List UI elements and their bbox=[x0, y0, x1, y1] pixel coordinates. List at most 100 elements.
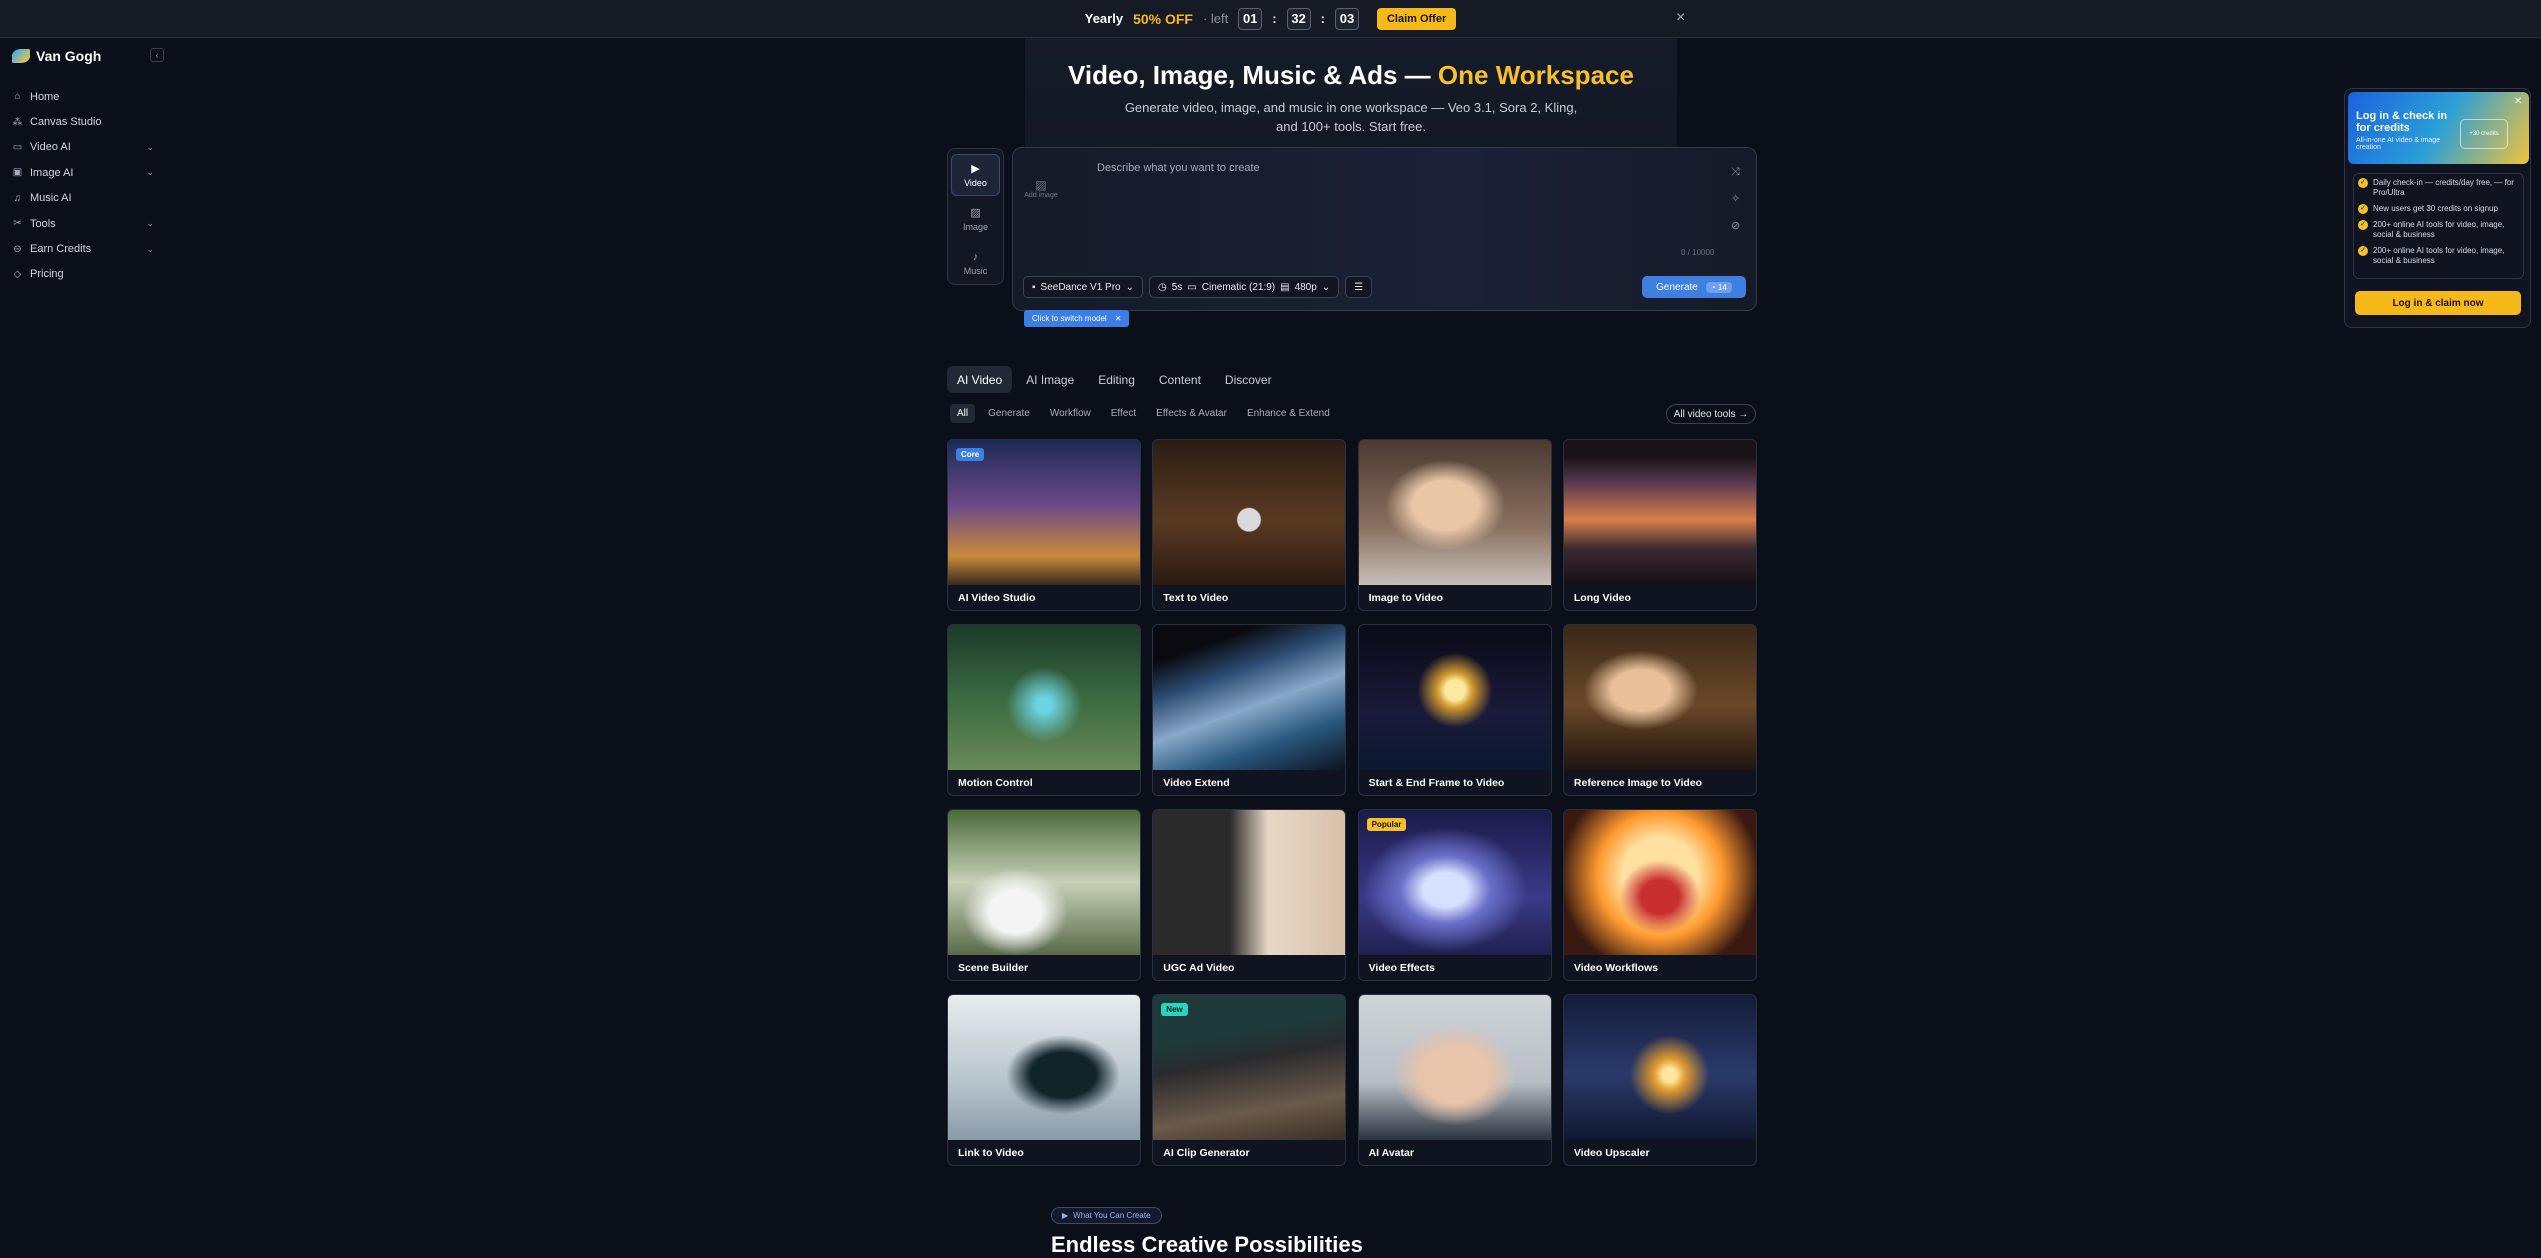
sidebar-item-label: Home bbox=[30, 90, 60, 103]
tab-discover[interactable]: Discover bbox=[1215, 366, 1282, 393]
tool-card[interactable]: Video Upscaler bbox=[1562, 994, 1757, 1166]
close-icon[interactable]: ✕ bbox=[2514, 96, 2522, 107]
tab-editing[interactable]: Editing bbox=[1088, 366, 1145, 393]
resolution-value: 480p bbox=[1294, 281, 1317, 293]
card-badge: Core bbox=[956, 448, 985, 461]
card-label: Scene Builder bbox=[958, 962, 1029, 974]
card-thumbnail bbox=[1563, 625, 1756, 770]
card-thumbnail bbox=[948, 440, 1140, 585]
card-thumbnail bbox=[1563, 995, 1756, 1140]
card-thumbnail bbox=[1153, 995, 1346, 1140]
card-thumbnail bbox=[948, 810, 1140, 955]
chevron-down-icon: ⌄ bbox=[1125, 281, 1134, 293]
model-select[interactable]: ▪ SeeDance V1 Pro ⌄ bbox=[1023, 276, 1143, 298]
canvas-icon: ⁂ bbox=[12, 116, 23, 128]
mode-music[interactable]: ♪ Music bbox=[951, 242, 1000, 284]
magic-off-icon[interactable]: ⊘ bbox=[1731, 219, 1740, 232]
tool-card[interactable]: Scene Builder bbox=[947, 809, 1141, 981]
banner-discount: 50% OFF bbox=[1133, 10, 1193, 27]
tool-card[interactable]: Reference Image to Video bbox=[1562, 624, 1757, 796]
generate-button[interactable]: Generate ◔ 14 bbox=[1642, 276, 1746, 298]
tool-card[interactable]: Start & End Frame to Video bbox=[1357, 624, 1552, 796]
sidebar-item-image-ai[interactable]: ▣ Image AI ⌄ bbox=[8, 160, 154, 185]
mode-image[interactable]: ▨ Image bbox=[951, 198, 1000, 240]
tool-card[interactable]: Motion Control bbox=[947, 624, 1141, 796]
credits-badge: ◔ 14 bbox=[1705, 281, 1732, 293]
advanced-settings-button[interactable]: ☰ bbox=[1345, 276, 1373, 298]
tab-ai-image[interactable]: AI Image bbox=[1016, 366, 1084, 393]
benefit-text: 200+ online AI tools for video, image, s… bbox=[2373, 246, 2505, 265]
filter-workflow[interactable]: Workflow bbox=[1043, 404, 1098, 423]
sidebar-item-music-ai[interactable]: ♫ Music AI bbox=[8, 186, 154, 211]
shuffle-icon[interactable]: ⤨ bbox=[1731, 166, 1740, 179]
sidebar-item-video-ai[interactable]: ▭ Video AI ⌄ bbox=[8, 135, 154, 160]
tab-content[interactable]: Content bbox=[1149, 366, 1211, 393]
ratio-value: Cinematic (21:9) bbox=[1201, 281, 1276, 293]
credit-icon: ◔ bbox=[1710, 282, 1718, 292]
close-icon[interactable]: × bbox=[1676, 9, 1685, 27]
coin-icon: ⊖ bbox=[13, 243, 22, 255]
mode-label: Video bbox=[964, 178, 987, 188]
all-video-tools-button[interactable]: All video tools → bbox=[1666, 404, 1756, 424]
video-icon: ▶ bbox=[971, 163, 980, 175]
collapse-sidebar-icon[interactable]: ‹ bbox=[150, 48, 164, 62]
add-image-label: Add image bbox=[1024, 192, 1058, 199]
sidebar-item-earn-credits[interactable]: ⊖ Earn Credits ⌄ bbox=[8, 236, 154, 261]
tool-card[interactable]: Text to Video bbox=[1152, 439, 1347, 611]
settings-select[interactable]: ◷ 5s ▭ Cinematic (21:9) ▤ 480p ⌄ bbox=[1149, 276, 1340, 298]
tab-ai-video[interactable]: AI Video bbox=[947, 366, 1013, 393]
music-icon: ♫ bbox=[13, 192, 22, 204]
check-icon: ✓ bbox=[2358, 178, 2368, 188]
tool-card[interactable]: AI Avatar bbox=[1357, 994, 1552, 1166]
list-item: ✓ 200+ online AI tools for video, image, … bbox=[2358, 220, 2519, 240]
card-label: Image to Video bbox=[1368, 592, 1444, 604]
tool-card[interactable]: Image to Video bbox=[1357, 439, 1552, 611]
login-claim-button[interactable]: Log in & claim now bbox=[2355, 291, 2521, 315]
mode-video[interactable]: ▶ Video bbox=[951, 154, 1000, 196]
card-label: AI Video Studio bbox=[958, 592, 1036, 604]
card-label: Video Effects bbox=[1368, 962, 1435, 974]
prompt-input[interactable]: Describe what you want to create bbox=[1097, 162, 1260, 174]
card-label: Video Workflows bbox=[1573, 962, 1659, 974]
benefit-text: 200+ online AI tools for video, image, s… bbox=[2373, 220, 2505, 239]
section-title: Endless Creative Possibilities bbox=[1051, 1232, 1363, 1257]
filter-generate[interactable]: Generate bbox=[981, 404, 1037, 423]
card-thumbnail bbox=[1358, 810, 1551, 955]
tool-card[interactable]: Core AI Video Studio bbox=[947, 439, 1141, 611]
home-icon: ⌂ bbox=[14, 91, 21, 103]
sidebar-item-home[interactable]: ⌂ Home bbox=[8, 84, 154, 109]
tool-card[interactable]: New AI Clip Generator bbox=[1152, 994, 1347, 1166]
tool-card[interactable]: Video Extend bbox=[1152, 624, 1347, 796]
tool-card[interactable]: Link to Video bbox=[947, 994, 1141, 1166]
card-thumbnail bbox=[1153, 440, 1346, 585]
sidebar-item-label: Video AI bbox=[30, 141, 71, 154]
close-icon[interactable]: ✕ bbox=[1115, 314, 1122, 323]
tool-card[interactable]: Long Video bbox=[1562, 439, 1757, 611]
section-badge: ▶ What You Can Create bbox=[1051, 1207, 1162, 1224]
promo-subtitle: All-in-one AI video & image creation bbox=[2356, 137, 2441, 151]
filter-effect[interactable]: Effect bbox=[1104, 404, 1143, 423]
sidebar-item-pricing[interactable]: ◇ Pricing bbox=[8, 262, 154, 287]
magic-wand-icon[interactable]: ✧ bbox=[1731, 192, 1740, 205]
credits-card-graphic: +30 credits bbox=[2460, 119, 2508, 149]
tool-card[interactable]: Popular Video Effects bbox=[1357, 809, 1552, 981]
brand-logo[interactable]: Van Gogh bbox=[12, 48, 101, 64]
add-image-button[interactable]: ▨ Add image bbox=[1023, 178, 1059, 199]
filter-all[interactable]: All bbox=[950, 404, 976, 423]
card-thumbnail bbox=[1358, 995, 1551, 1140]
card-thumbnail bbox=[1358, 625, 1551, 770]
claim-offer-button[interactable]: Claim Offer bbox=[1376, 7, 1457, 30]
title-highlight: One Workspace bbox=[1437, 60, 1634, 90]
tag-icon: ◇ bbox=[13, 268, 22, 280]
chevron-down-icon: ⌄ bbox=[146, 167, 154, 178]
tool-card[interactable]: Video Workflows bbox=[1562, 809, 1757, 981]
sidebar-item-label: Earn Credits bbox=[30, 243, 92, 256]
sidebar-item-tools[interactable]: ✂ Tools ⌄ bbox=[8, 211, 154, 236]
filter-enhance-extend[interactable]: Enhance & Extend bbox=[1240, 404, 1337, 423]
tool-card[interactable]: UGC Ad Video bbox=[1152, 809, 1347, 981]
banner-yearly: Yearly bbox=[1084, 11, 1124, 26]
promo-header: Log in & check in for credits All-in-one… bbox=[2348, 92, 2529, 164]
filter-effects-avatar[interactable]: Effects & Avatar bbox=[1149, 404, 1234, 423]
model-icon: ▪ bbox=[1032, 281, 1036, 293]
sidebar-item-canvas-studio[interactable]: ⁂ Canvas Studio bbox=[8, 109, 154, 134]
